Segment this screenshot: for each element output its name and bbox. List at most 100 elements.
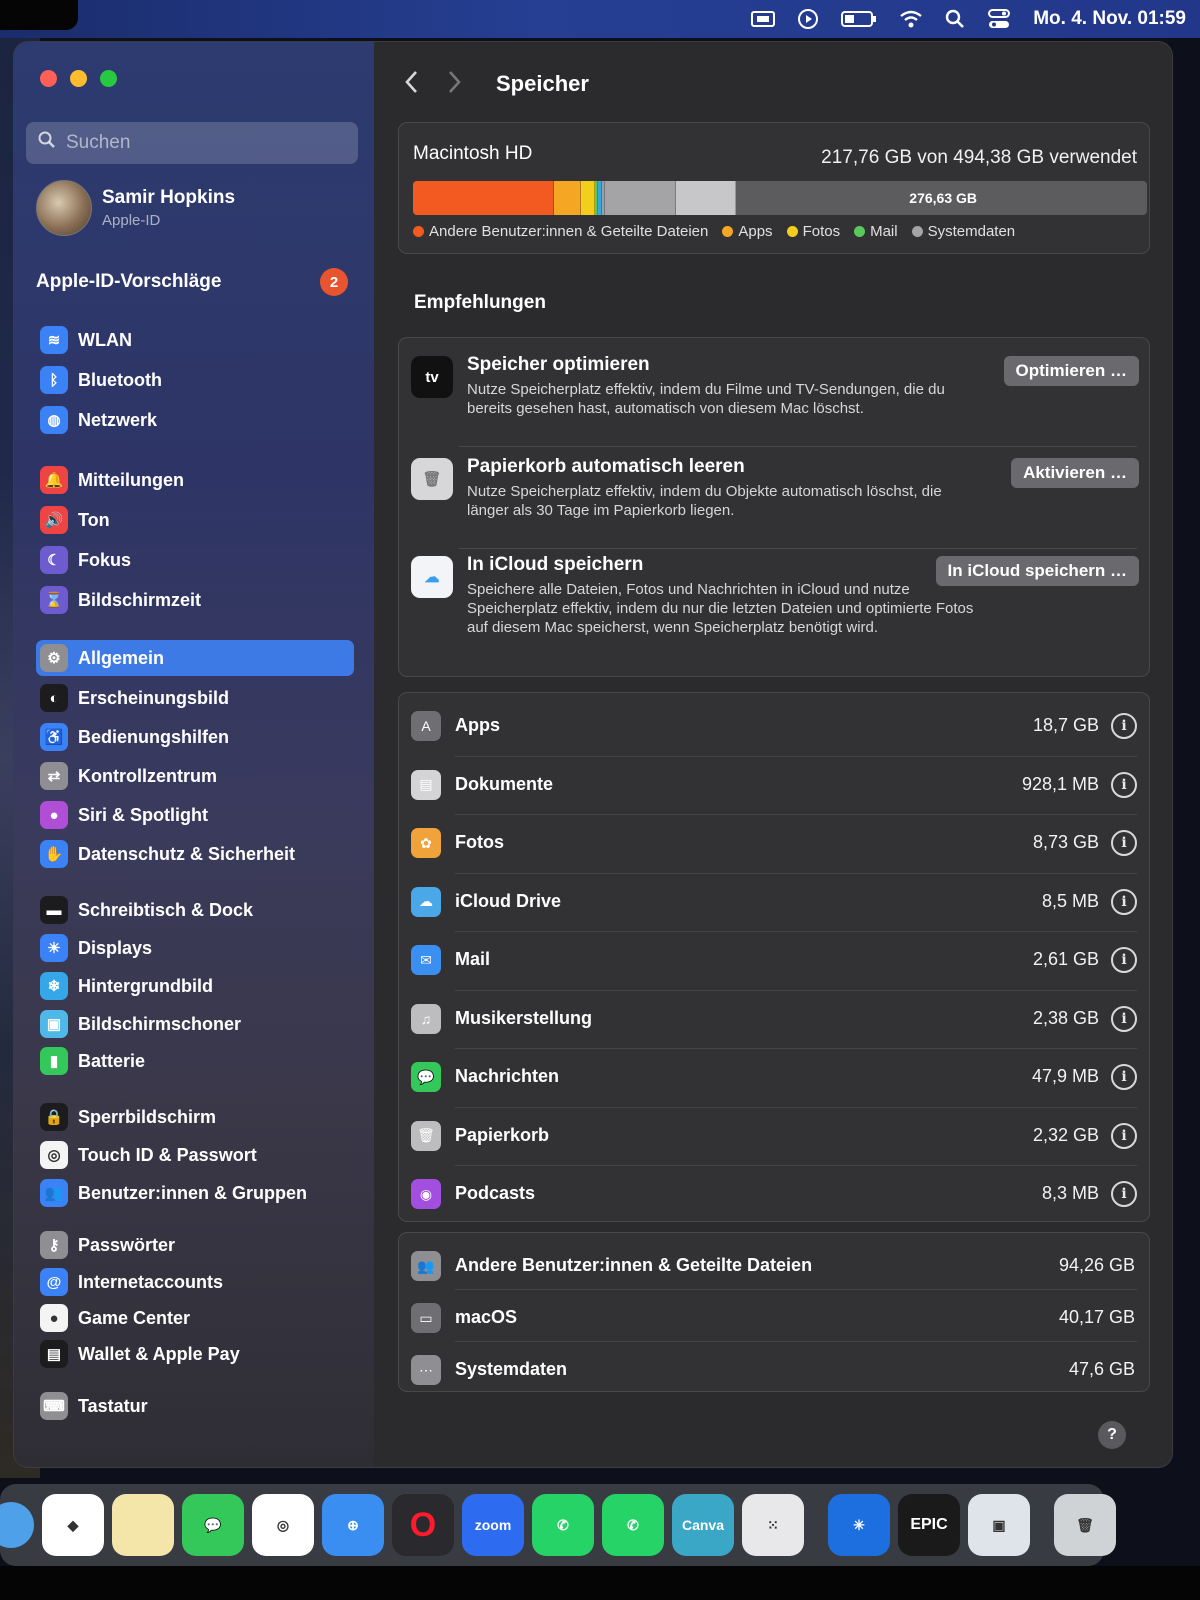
snowflake-icon: ❄: [40, 972, 68, 1000]
category-row-icloud-drive[interactable]: ☁ iCloud Drive 8,5 MB i: [399, 873, 1149, 931]
appstore-icon: A: [411, 711, 441, 741]
sidebar-item-bildschirmschoner[interactable]: ▣ Bildschirmschoner: [36, 1006, 354, 1042]
category-row-dokumente[interactable]: ▤ Dokumente 928,1 MB i: [399, 756, 1149, 814]
sidebar-item-mitteilungen[interactable]: 🔔 Mitteilungen: [36, 462, 354, 498]
sidebar-item-datenschutz-sicherheit[interactable]: ✋ Datenschutz & Sicherheit: [36, 836, 354, 872]
divider: [459, 446, 1137, 447]
info-icon[interactable]: i: [1111, 830, 1137, 856]
sidebar-item-bedienungshilfen[interactable]: ♿ Bedienungshilfen: [36, 719, 354, 755]
display-icon[interactable]: [751, 10, 776, 28]
sidebar-item-sperrbildschirm[interactable]: 🔒 Sperrbildschirm: [36, 1099, 354, 1135]
category-size: 8,73 GB: [1032, 832, 1099, 852]
info-icon[interactable]: i: [1111, 713, 1137, 739]
sidebar-item-hintergrundbild[interactable]: ❄ Hintergrundbild: [36, 968, 354, 1004]
close-window-button[interactable]: [40, 70, 57, 87]
apple-id-profile[interactable]: Samir Hopkins Apple-ID: [36, 180, 235, 236]
search-icon[interactable]: [945, 9, 965, 29]
apple-id-suggestions[interactable]: Apple-ID-Vorschläge 2: [36, 268, 348, 296]
category-row-fotos[interactable]: ✿ Fotos 8,73 GB i: [399, 814, 1149, 872]
battery-icon[interactable]: [841, 10, 877, 28]
sidebar-item-siri-spotlight[interactable]: ● Siri & Spotlight: [36, 797, 354, 833]
info-icon[interactable]: i: [1111, 1122, 1137, 1149]
icloud-icon: ☁: [411, 556, 453, 598]
fingerprint-icon: ◎: [40, 1141, 68, 1169]
safari-icon[interactable]: ⊕: [322, 1494, 384, 1556]
sidebar-item-benutzer-innen-gruppen[interactable]: 👥 Benutzer:innen & Gruppen: [36, 1175, 354, 1211]
sidebar-item-erscheinungsbild[interactable]: ◐ Erscheinungsbild: [36, 680, 354, 716]
recommendation-button[interactable]: Aktivieren …: [1011, 458, 1139, 488]
launchpad-icon[interactable]: ⁙: [742, 1494, 804, 1556]
sidebar-item-kontrollzentrum[interactable]: ⇄ Kontrollzentrum: [36, 758, 354, 794]
appearance-icon: ◐: [40, 684, 68, 712]
sidebar-item-label: Touch ID & Passwort: [78, 1144, 257, 1165]
chevron-right-icon[interactable]: [446, 69, 462, 100]
canva-icon[interactable]: Canva: [672, 1494, 734, 1556]
sidebar-item-bluetooth[interactable]: ᛒ Bluetooth: [36, 362, 354, 398]
control-center-icon[interactable]: [987, 8, 1011, 30]
sidebar-item-allgemein[interactable]: ⚙ Allgemein: [36, 640, 354, 676]
category-row-macos[interactable]: ▭ macOS 40,17 GB: [399, 1289, 1149, 1347]
zoom-window-button[interactable]: [100, 70, 117, 87]
system-categories-panel: 👥 Andere Benutzer:innen & Geteilte Dateie…: [398, 1232, 1150, 1392]
sidebar-item-wlan[interactable]: ≋ WLAN: [36, 322, 354, 358]
chrome-icon[interactable]: ◎: [252, 1494, 314, 1556]
minimize-window-button[interactable]: [70, 70, 87, 87]
help-button[interactable]: ?: [1098, 1421, 1126, 1449]
wifi-icon[interactable]: [899, 9, 923, 29]
chevron-left-icon[interactable]: [404, 69, 420, 100]
category-row-papierkorb[interactable]: 🗑 Papierkorb 2,32 GB i: [399, 1107, 1149, 1165]
dropbox-icon[interactable]: ◆: [42, 1494, 104, 1556]
finder-icon[interactable]: [0, 1502, 34, 1548]
zoom-icon[interactable]: zoom: [462, 1494, 524, 1556]
info-icon[interactable]: i: [1111, 888, 1137, 915]
info-icon[interactable]: i: [1111, 1064, 1137, 1090]
category-row-apps[interactable]: A Apps 18,7 GB i: [399, 697, 1149, 755]
sidebar-item-displays[interactable]: ☀ Displays: [36, 930, 354, 966]
info-icon[interactable]: i: [1111, 1181, 1137, 1207]
category-row-podcasts[interactable]: ◉ Podcasts 8,3 MB i: [399, 1165, 1149, 1223]
sidebar-item-touch-id-passwort[interactable]: ◎ Touch ID & Passwort: [36, 1137, 354, 1173]
recommendation-button[interactable]: Optimieren …: [1003, 356, 1139, 386]
category-row-musikerstellung[interactable]: ♫ Musikerstellung 2,38 GB i: [399, 990, 1149, 1048]
whatsapp-icon[interactable]: ✆: [602, 1494, 664, 1556]
screen-bezel: [0, 1566, 1200, 1600]
epic-games-icon[interactable]: EPIC: [898, 1494, 960, 1556]
category-row-andere-benutzer-innen-geteilte-dateien[interactable]: 👥 Andere Benutzer:innen & Geteilte Dateie…: [399, 1237, 1149, 1295]
battlenet-icon[interactable]: ✳: [828, 1494, 890, 1556]
category-size: 8,3 MB: [1041, 1183, 1099, 1203]
sidebar-item-game-center[interactable]: ● Game Center: [36, 1300, 354, 1336]
sidebar-item-internetaccounts[interactable]: @ Internetaccounts: [36, 1264, 354, 1300]
search-icon: [38, 131, 56, 155]
sidebar-item-wallet-apple-pay[interactable]: ▤ Wallet & Apple Pay: [36, 1336, 354, 1372]
sidebar-item-passw-rter[interactable]: ⚷ Passwörter: [36, 1227, 354, 1263]
sidebar-item-label: Passwörter: [78, 1234, 176, 1255]
info-icon[interactable]: i: [1111, 947, 1137, 973]
sidebar-item-ton[interactable]: 🔊 Ton: [36, 502, 354, 538]
category-row-systemdaten[interactable]: ⋯ Systemdaten 47,6 GB: [399, 1341, 1149, 1399]
category-row-mail[interactable]: ✉ Mail 2,61 GB i: [399, 931, 1149, 989]
sidebar-item-netzwerk[interactable]: ◍ Netzwerk: [36, 402, 354, 438]
sidebar-item-tastatur[interactable]: ⌨ Tastatur: [36, 1388, 354, 1424]
menu-bar-clock[interactable]: Mo. 4. Nov. 01:59: [1033, 8, 1186, 30]
whatsapp-icon[interactable]: ✆: [532, 1494, 594, 1556]
recommendation-2: 🗑 Papierkorb automatisch leeren Nutze Spei…: [411, 456, 1139, 548]
bluetooth-icon: ᛒ: [40, 366, 68, 394]
trash-icon[interactable]: 🗑: [1054, 1494, 1116, 1556]
info-icon[interactable]: i: [1111, 1005, 1137, 1032]
notes-icon[interactable]: [112, 1494, 174, 1556]
sidebar-item-fokus[interactable]: ☾ Fokus: [36, 542, 354, 578]
opera-icon[interactable]: O: [392, 1494, 454, 1556]
search-field[interactable]: Suchen: [26, 122, 358, 164]
recommendation-button[interactable]: In iCloud speichern …: [935, 556, 1139, 586]
category-row-nachrichten[interactable]: 💬 Nachrichten 47,9 MB i: [399, 1048, 1149, 1106]
sidebar-item-schreibtisch-dock[interactable]: ▬ Schreibtisch & Dock: [36, 892, 354, 928]
preview-icon[interactable]: ▣: [968, 1494, 1030, 1556]
category-size: 8,5 MB: [1041, 890, 1099, 911]
play-icon[interactable]: [797, 8, 819, 30]
sidebar-item-label: Wallet & Apple Pay: [78, 1343, 240, 1364]
sidebar-item-bildschirmzeit[interactable]: ⌛ Bildschirmzeit: [36, 582, 354, 618]
messages-icon[interactable]: 💬: [182, 1494, 244, 1556]
sidebar-item-batterie[interactable]: ▮ Batterie: [36, 1043, 354, 1079]
category-name: Systemdaten: [455, 1359, 568, 1379]
info-icon[interactable]: i: [1111, 771, 1137, 798]
